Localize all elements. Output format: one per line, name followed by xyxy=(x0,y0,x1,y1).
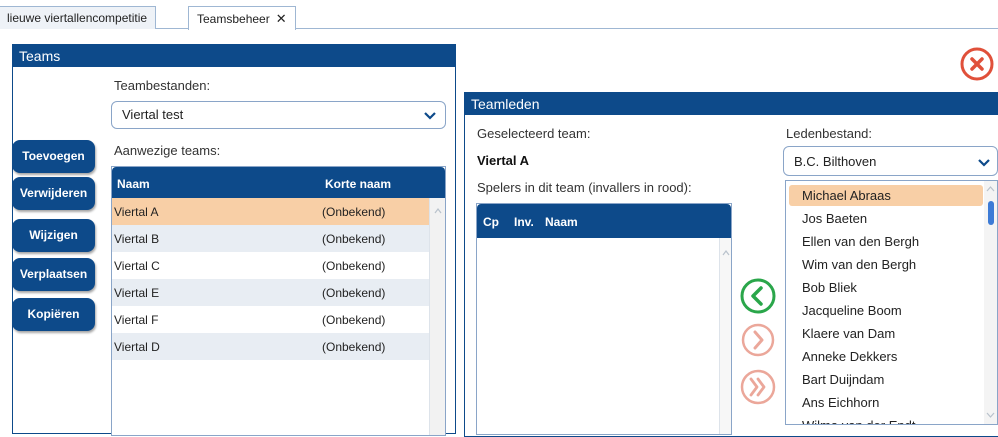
list-item[interactable]: Klaere van Dam xyxy=(789,323,983,344)
scroll-up-icon[interactable] xyxy=(984,184,997,194)
scroll-up-icon[interactable] xyxy=(430,206,446,216)
column-header-korte-naam[interactable]: Korte naam xyxy=(325,177,391,191)
spelers-label: Spelers in dit team (invallers in rood): xyxy=(477,180,692,195)
teamleden-panel-title: Teamleden xyxy=(465,93,998,115)
aanwezige-teams-label: Aanwezige teams: xyxy=(114,143,221,158)
geselecteerd-team-label: Geselecteerd team: xyxy=(477,126,591,141)
teams-table-header: Naam Korte naam xyxy=(112,167,445,198)
tab-strip: lieuwe viertallencompetitie Teamsbeheer ✕ xyxy=(0,0,998,30)
cell-naam: Viertal E xyxy=(114,286,160,300)
move-all-right-button[interactable] xyxy=(739,368,777,406)
tab-viertallencompetitie[interactable]: lieuwe viertallencompetitie xyxy=(0,6,157,29)
chevron-down-icon xyxy=(424,112,436,120)
verwijderen-button[interactable]: Verwijderen xyxy=(12,177,95,210)
verplaatsen-button[interactable]: Verplaatsen xyxy=(12,258,95,291)
cell-korte-naam: (Onbekend) xyxy=(322,232,386,246)
cell-naam: Viertal F xyxy=(114,313,159,327)
list-item[interactable]: Bob Bliek xyxy=(789,277,983,298)
cell-korte-naam: (Onbekend) xyxy=(322,340,386,354)
teambestanden-value: Viertal test xyxy=(122,107,184,122)
list-item[interactable]: Wim van den Bergh xyxy=(789,254,983,275)
spelers-table-scrollbar[interactable] xyxy=(719,238,731,434)
column-header-cp[interactable]: Cp xyxy=(483,215,499,229)
teams-table-scrollbar[interactable] xyxy=(429,198,445,435)
list-item[interactable]: Ans Eichhorn xyxy=(789,392,983,413)
ledenbestand-value: B.C. Bilthoven xyxy=(794,154,877,169)
teambestanden-label: Teambestanden: xyxy=(114,78,211,93)
tab-teamsbeheer[interactable]: Teamsbeheer ✕ xyxy=(188,6,296,30)
ledenbestand-label: Ledenbestand: xyxy=(786,126,873,141)
table-row[interactable]: Viertal C (Onbekend) xyxy=(112,252,429,279)
list-item[interactable]: Bart Duijndam xyxy=(789,369,983,390)
ledenbestand-select[interactable]: B.C. Bilthoven xyxy=(783,146,998,176)
table-row[interactable]: Viertal E (Onbekend) xyxy=(112,279,429,306)
cell-naam: Viertal A xyxy=(114,205,159,219)
tab-label: lieuwe viertallencompetitie xyxy=(7,11,148,25)
list-item[interactable]: Wilma van der Endt xyxy=(789,415,983,424)
tab-label: Teamsbeheer xyxy=(197,12,270,26)
teams-panel-title: Teams xyxy=(13,45,455,67)
table-row[interactable]: Viertal F (Onbekend) xyxy=(112,306,429,333)
list-item[interactable]: Michael Abraas xyxy=(789,185,983,206)
column-header-inv[interactable]: Inv. xyxy=(514,215,534,229)
cell-naam: Viertal C xyxy=(114,259,160,273)
cell-naam: Viertal D xyxy=(114,340,160,354)
list-item[interactable]: Anneke Dekkers xyxy=(789,346,983,367)
scroll-down-icon[interactable] xyxy=(984,410,997,420)
spelers-table: Cp Inv. Naam xyxy=(476,203,732,435)
cell-korte-naam: (Onbekend) xyxy=(322,205,386,219)
geselecteerd-team-value: Viertal A xyxy=(477,153,530,168)
chevron-down-icon xyxy=(978,159,990,167)
table-row[interactable]: Viertal B (Onbekend) xyxy=(112,225,429,252)
close-tab-icon[interactable]: ✕ xyxy=(276,11,287,26)
column-header-naam[interactable]: Naam xyxy=(117,177,150,191)
kopieren-button[interactable]: Kopiëren xyxy=(12,298,95,331)
close-window-icon[interactable] xyxy=(960,47,994,81)
list-item[interactable]: Jos Baeten xyxy=(789,208,983,229)
cell-korte-naam: (Onbekend) xyxy=(322,313,386,327)
table-row[interactable]: Viertal A (Onbekend) xyxy=(112,198,429,225)
scroll-up-icon[interactable] xyxy=(720,248,732,258)
table-row[interactable]: Viertal D (Onbekend) xyxy=(112,333,429,360)
ledenbestand-scrollbar[interactable] xyxy=(984,181,997,424)
scroll-thumb[interactable] xyxy=(988,201,994,225)
move-left-button[interactable] xyxy=(740,278,776,314)
cell-korte-naam: (Onbekend) xyxy=(322,259,386,273)
move-right-button[interactable] xyxy=(741,323,775,357)
ledenbestand-list: Michael Abraas Jos Baeten Ellen van den … xyxy=(785,180,998,425)
list-item[interactable]: Ellen van den Bergh xyxy=(789,231,983,252)
cell-naam: Viertal B xyxy=(114,232,160,246)
column-header-naam[interactable]: Naam xyxy=(545,215,578,229)
wijzigen-button[interactable]: Wijzigen xyxy=(12,219,95,252)
list-item[interactable]: Jacqueline Boom xyxy=(789,300,983,321)
toevoegen-button[interactable]: Toevoegen xyxy=(12,140,95,173)
teams-table: Naam Korte naam Viertal A (Onbekend) Vie… xyxy=(111,166,446,436)
cell-korte-naam: (Onbekend) xyxy=(322,286,386,300)
spelers-table-header: Cp Inv. Naam xyxy=(477,204,731,238)
teambestanden-select[interactable]: Viertal test xyxy=(111,101,446,129)
